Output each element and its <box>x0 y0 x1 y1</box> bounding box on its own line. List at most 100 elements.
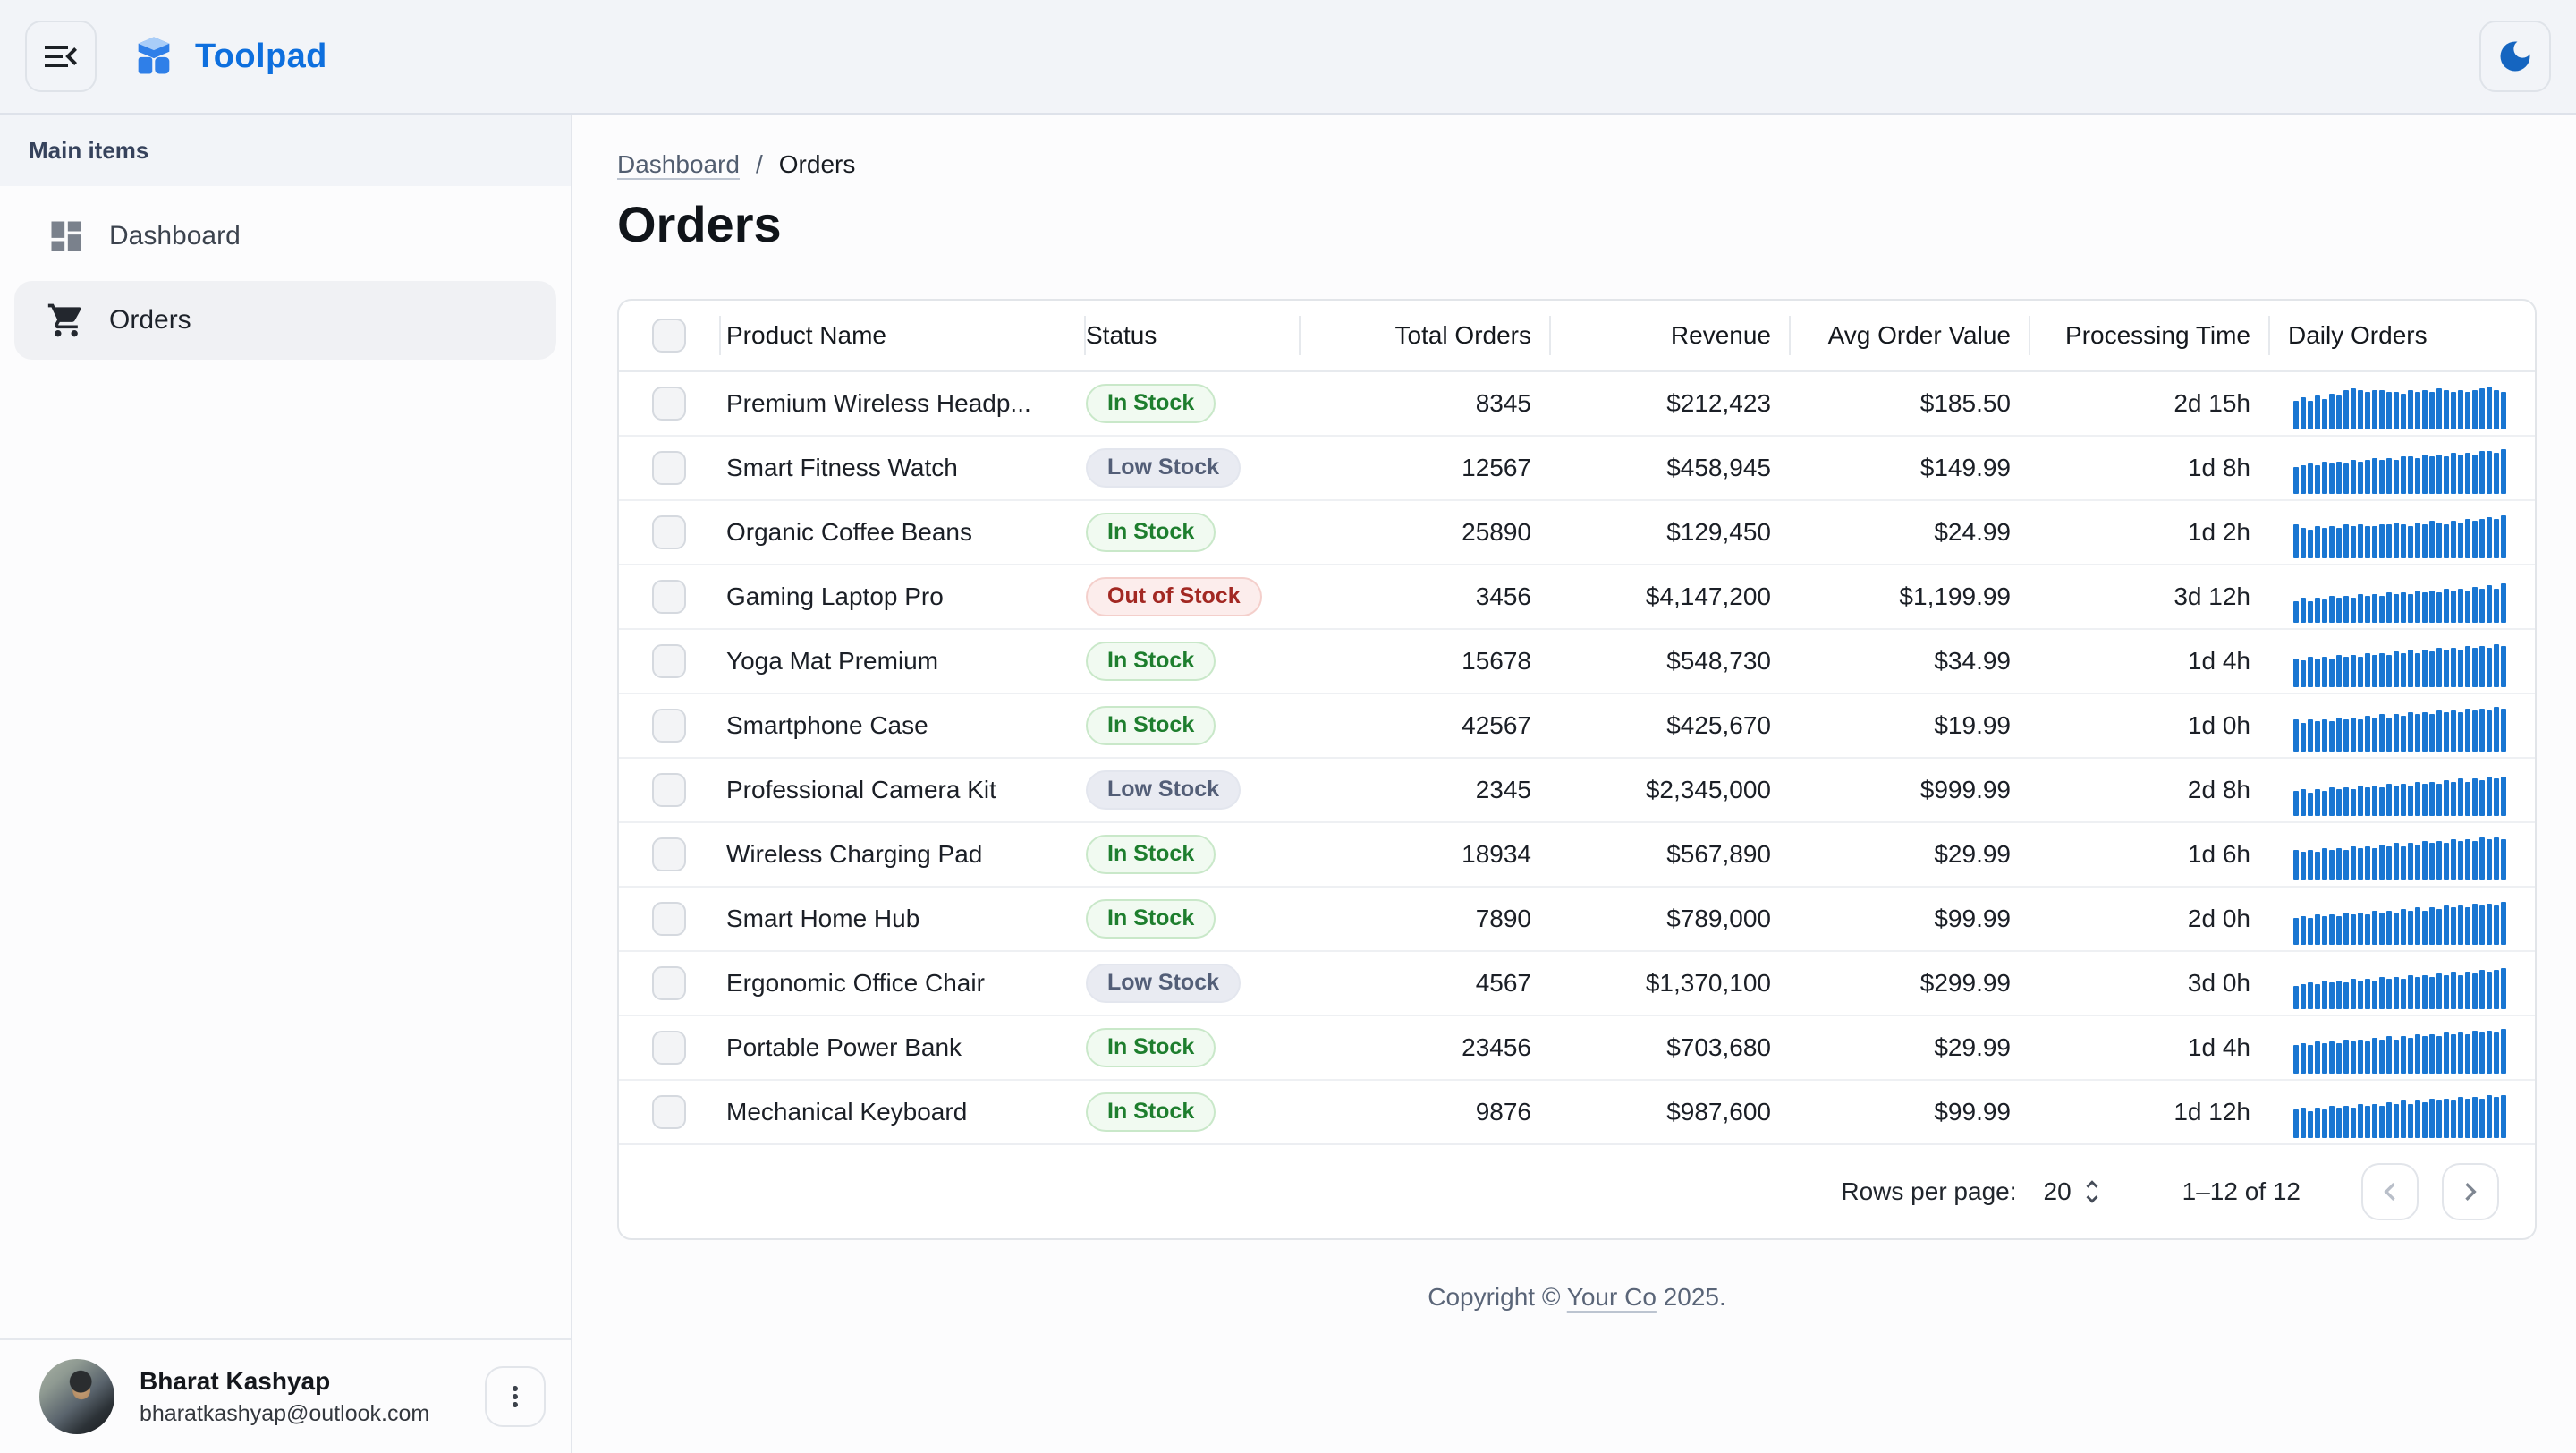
table-row[interactable]: Gaming Laptop Pro Out of Stock 3456 $4,1… <box>619 565 2535 630</box>
select-all-checkbox[interactable] <box>652 319 686 353</box>
daily-orders-sparkline <box>2293 959 2506 1009</box>
header-avg-order-value[interactable]: Avg Order Value <box>1789 301 2029 370</box>
row-checkbox-cell <box>619 1095 719 1129</box>
table-row[interactable]: Professional Camera Kit Low Stock 2345 $… <box>619 759 2535 823</box>
cell-avg-order-value: $185.50 <box>1789 389 2029 418</box>
cell-total-orders: 2345 <box>1299 776 1549 804</box>
user-email: bharatkashyap@outlook.com <box>140 1401 429 1427</box>
cell-avg-order-value: $999.99 <box>1789 776 2029 804</box>
table-row[interactable]: Yoga Mat Premium In Stock 15678 $548,730… <box>619 630 2535 694</box>
previous-page-button[interactable] <box>2361 1163 2419 1220</box>
table-row[interactable]: Premium Wireless Headp... In Stock 8345 … <box>619 372 2535 437</box>
kebab-icon <box>499 1381 531 1413</box>
rows-per-page-select[interactable]: 20 <box>2044 1177 2107 1207</box>
status-badge: In Stock <box>1086 642 1216 681</box>
cell-processing-time: 1d 0h <box>2029 711 2268 740</box>
daily-orders-sparkline <box>2293 573 2506 623</box>
cell-revenue: $425,670 <box>1549 711 1789 740</box>
row-checkbox-cell <box>619 837 719 871</box>
cell-revenue: $567,890 <box>1549 840 1789 869</box>
cell-total-orders: 3456 <box>1299 582 1549 611</box>
status-badge: In Stock <box>1086 1028 1216 1067</box>
cell-avg-order-value: $24.99 <box>1789 518 2029 547</box>
user-menu-button[interactable] <box>485 1366 546 1427</box>
your-co-link[interactable]: Your Co <box>1567 1283 1657 1311</box>
cell-total-orders: 7890 <box>1299 905 1549 933</box>
cell-product-name: Smart Fitness Watch <box>719 454 1084 482</box>
cart-icon <box>47 301 86 340</box>
row-checkbox-cell <box>619 966 719 1000</box>
row-checkbox[interactable] <box>652 515 686 549</box>
row-checkbox[interactable] <box>652 451 686 485</box>
row-checkbox[interactable] <box>652 837 686 871</box>
cell-revenue: $212,423 <box>1549 389 1789 418</box>
cell-total-orders: 15678 <box>1299 647 1549 676</box>
dashboard-icon <box>47 217 86 256</box>
cell-status: In Stock <box>1084 1092 1299 1132</box>
row-checkbox[interactable] <box>652 387 686 421</box>
row-checkbox[interactable] <box>652 709 686 743</box>
cell-product-name: Yoga Mat Premium <box>719 647 1084 676</box>
table-row[interactable]: Mechanical Keyboard In Stock 9876 $987,6… <box>619 1081 2535 1145</box>
breadcrumb: Dashboard / Orders <box>617 150 2537 179</box>
cell-status: Low Stock <box>1084 448 1299 488</box>
header-total-orders[interactable]: Total Orders <box>1299 301 1549 370</box>
moon-icon <box>2496 37 2535 76</box>
cell-total-orders: 25890 <box>1299 518 1549 547</box>
cell-processing-time: 2d 15h <box>2029 389 2268 418</box>
row-checkbox[interactable] <box>652 902 686 936</box>
breadcrumb-dashboard-link[interactable]: Dashboard <box>617 150 740 179</box>
cell-daily-orders <box>2268 888 2535 950</box>
table-row[interactable]: Portable Power Bank In Stock 23456 $703,… <box>619 1016 2535 1081</box>
cell-product-name: Ergonomic Office Chair <box>719 969 1084 998</box>
rows-per-page-value: 20 <box>2044 1177 2072 1206</box>
table-header-row: Product Name Status Total Orders Revenue… <box>619 301 2535 372</box>
header-processing-time[interactable]: Processing Time <box>2029 301 2268 370</box>
row-checkbox-cell <box>619 644 719 678</box>
header-product-name[interactable]: Product Name <box>719 301 1084 370</box>
page-title: Orders <box>617 197 2537 252</box>
status-badge: Low Stock <box>1086 964 1241 1003</box>
cell-revenue: $1,370,100 <box>1549 969 1789 998</box>
cell-revenue: $987,600 <box>1549 1098 1789 1126</box>
rows-per-page-label: Rows per page: <box>1841 1177 2016 1206</box>
breadcrumb-separator: / <box>756 150 763 179</box>
status-badge: In Stock <box>1086 1092 1216 1132</box>
table-row[interactable]: Wireless Charging Pad In Stock 18934 $56… <box>619 823 2535 888</box>
next-page-button[interactable] <box>2442 1163 2499 1220</box>
toolpad-logo-icon <box>131 33 177 80</box>
header-daily-orders[interactable]: Daily Orders <box>2268 301 2535 370</box>
cell-total-orders: 23456 <box>1299 1033 1549 1062</box>
row-checkbox[interactable] <box>652 773 686 807</box>
table-pagination: Rows per page: 20 1–12 of 12 <box>619 1145 2535 1238</box>
user-name: Bharat Kashyap <box>140 1367 429 1396</box>
row-checkbox[interactable] <box>652 1031 686 1065</box>
cell-avg-order-value: $29.99 <box>1789 1033 2029 1062</box>
table-row[interactable]: Smartphone Case In Stock 42567 $425,670 … <box>619 694 2535 759</box>
cell-status: In Stock <box>1084 899 1299 939</box>
sidebar-item-orders[interactable]: Orders <box>14 281 556 360</box>
cell-revenue: $703,680 <box>1549 1033 1789 1062</box>
table-row[interactable]: Ergonomic Office Chair Low Stock 4567 $1… <box>619 952 2535 1016</box>
row-checkbox[interactable] <box>652 580 686 614</box>
table-row[interactable]: Smart Home Hub In Stock 7890 $789,000 $9… <box>619 888 2535 952</box>
theme-toggle-button[interactable] <box>2479 21 2551 92</box>
cell-daily-orders <box>2268 501 2535 564</box>
header-revenue[interactable]: Revenue <box>1549 301 1789 370</box>
row-checkbox[interactable] <box>652 644 686 678</box>
table-body: Premium Wireless Headp... In Stock 8345 … <box>619 372 2535 1145</box>
header-status[interactable]: Status <box>1084 301 1299 370</box>
cell-status: Out of Stock <box>1084 577 1299 616</box>
row-checkbox[interactable] <box>652 1095 686 1129</box>
table-row[interactable]: Organic Coffee Beans In Stock 25890 $129… <box>619 501 2535 565</box>
sidebar-item-dashboard[interactable]: Dashboard <box>14 197 556 276</box>
select-all-cell <box>619 301 719 370</box>
status-badge: Low Stock <box>1086 448 1241 488</box>
sidebar-nav: Dashboard Orders <box>0 186 571 365</box>
table-row[interactable]: Smart Fitness Watch Low Stock 12567 $458… <box>619 437 2535 501</box>
brand-home-link[interactable]: Toolpad <box>131 33 327 80</box>
cell-total-orders: 12567 <box>1299 454 1549 482</box>
row-checkbox[interactable] <box>652 966 686 1000</box>
collapse-sidebar-button[interactable] <box>25 21 97 92</box>
pagination-range: 1–12 of 12 <box>2182 1177 2301 1206</box>
